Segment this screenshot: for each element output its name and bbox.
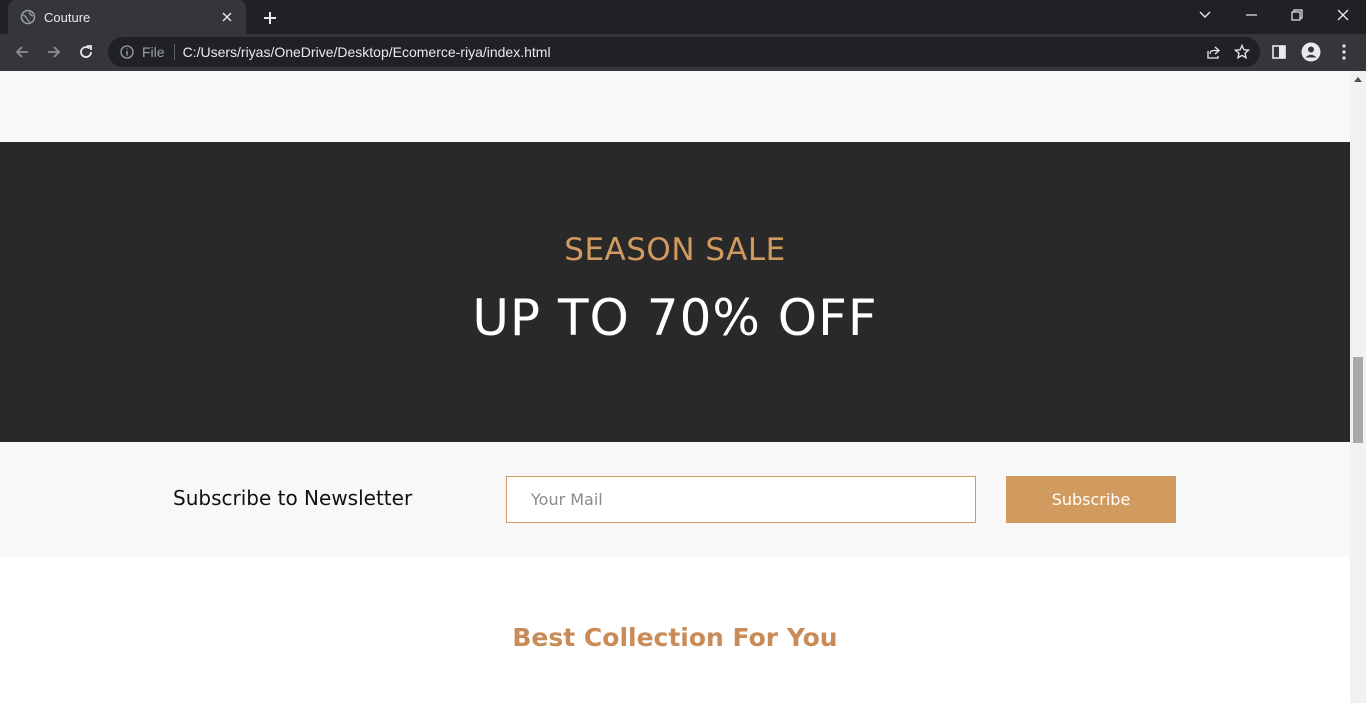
browser-tab[interactable]: Couture <box>8 0 246 34</box>
new-tab-button[interactable] <box>256 4 284 32</box>
profile-avatar-icon[interactable] <box>1297 38 1325 66</box>
page-viewport: SEASON SALE UP TO 70% OFF Subscribe to N… <box>0 71 1350 703</box>
info-icon[interactable] <box>118 43 136 61</box>
close-window-icon[interactable] <box>1320 0 1366 30</box>
url-scheme: File <box>142 44 165 60</box>
side-panel-icon[interactable] <box>1265 38 1293 66</box>
address-bar[interactable]: File C:/Users/riyas/OneDrive/Desktop/Eco… <box>108 37 1260 67</box>
sale-subtitle: SEASON SALE <box>564 232 786 268</box>
email-field[interactable] <box>506 476 976 523</box>
scrollbar-thumb[interactable] <box>1353 357 1363 443</box>
tab-title: Couture <box>44 9 91 25</box>
close-tab-icon[interactable] <box>218 8 236 26</box>
sale-headline: UP TO 70% OFF <box>472 289 878 347</box>
minimize-icon[interactable] <box>1228 0 1274 30</box>
back-icon[interactable] <box>8 38 36 66</box>
browser-toolbar: File C:/Users/riyas/OneDrive/Desktop/Eco… <box>0 34 1366 71</box>
collection-heading: Best Collection For You <box>512 623 838 652</box>
globe-icon <box>20 9 36 25</box>
vertical-scrollbar[interactable] <box>1350 71 1366 703</box>
restore-icon[interactable] <box>1274 0 1320 30</box>
url-separator <box>173 44 175 60</box>
season-sale-banner: SEASON SALE UP TO 70% OFF <box>0 142 1350 442</box>
reload-icon[interactable] <box>72 38 100 66</box>
tab-search-icon[interactable] <box>1182 0 1228 30</box>
newsletter-section: Subscribe to Newsletter Subscribe <box>0 442 1350 557</box>
tab-strip: Couture <box>0 0 1366 34</box>
subscribe-button[interactable]: Subscribe <box>1006 476 1176 523</box>
scroll-up-arrow-icon[interactable] <box>1350 71 1366 88</box>
bookmark-star-icon[interactable] <box>1228 38 1256 66</box>
forward-icon[interactable] <box>40 38 68 66</box>
previous-section-bottom <box>0 71 1350 142</box>
newsletter-label: Subscribe to Newsletter <box>173 486 413 510</box>
share-icon[interactable] <box>1200 38 1228 66</box>
url-text[interactable]: C:/Users/riyas/OneDrive/Desktop/Ecomerce… <box>183 44 1200 60</box>
menu-kebab-icon[interactable] <box>1330 38 1358 66</box>
